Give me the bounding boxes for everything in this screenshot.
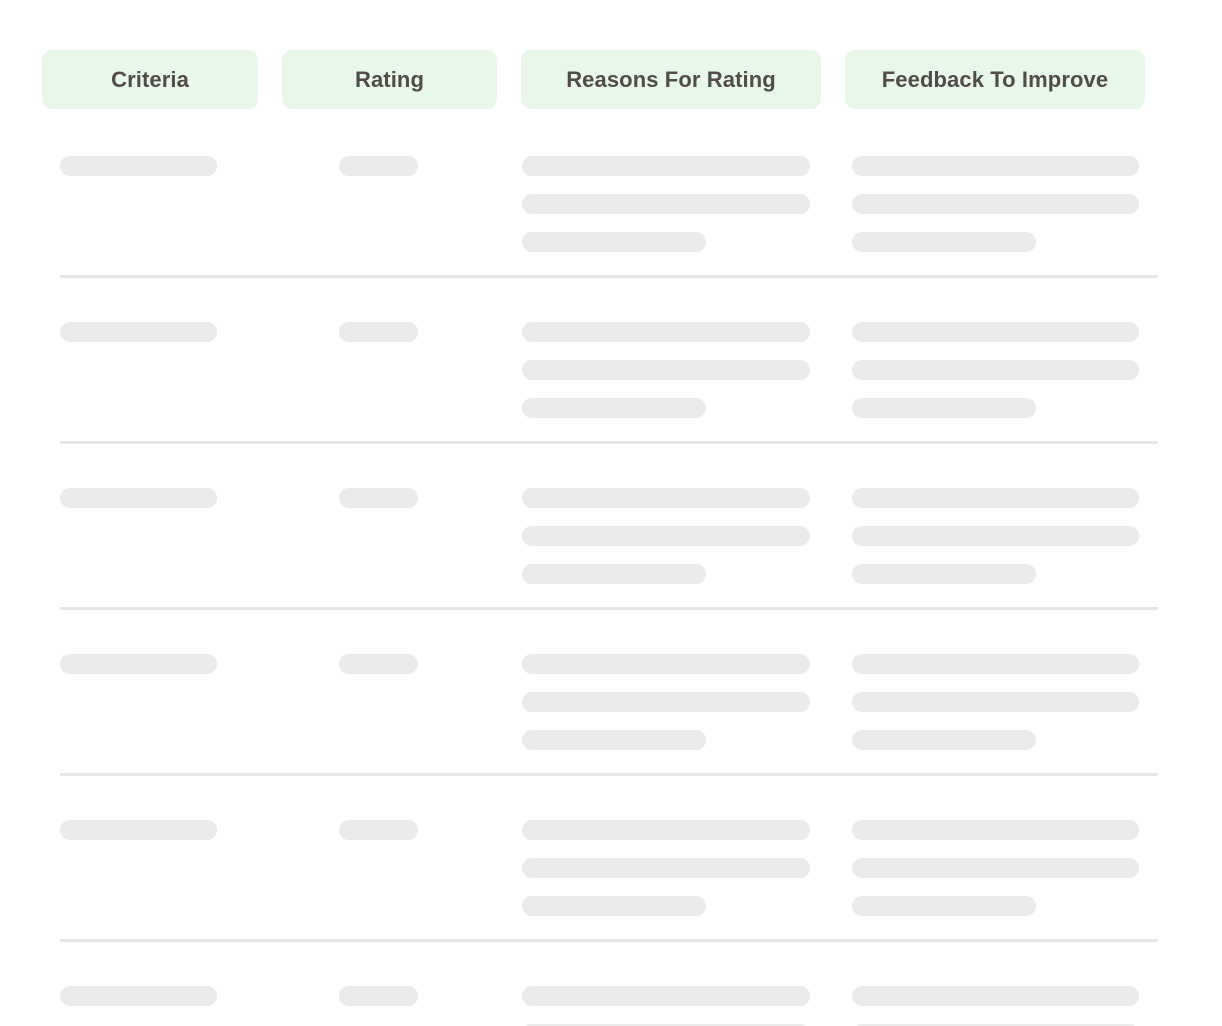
table-row: [0, 441, 1222, 607]
skeleton-placeholder-bar: [522, 820, 810, 840]
column-header-rating[interactable]: Rating: [282, 50, 497, 109]
table-row: [0, 773, 1222, 939]
skeleton-placeholder-bar: [60, 156, 217, 176]
column-header-reasons-for-rating-label: Reasons For Rating: [566, 66, 776, 92]
skeleton-placeholder-bar: [852, 820, 1139, 840]
table-row: [0, 607, 1222, 773]
skeleton-placeholder-bar: [852, 986, 1139, 1006]
table-skeleton-body: [0, 109, 1222, 1026]
table-cell-criteria: [60, 322, 217, 342]
skeleton-placeholder-bar: [852, 526, 1139, 546]
table-cell-reasons-for-rating: [522, 820, 810, 916]
table-row-cells: [0, 939, 1222, 1026]
table-cell-rating: [339, 820, 418, 840]
evaluation-table-page: Criteria Rating Reasons For Rating Feedb…: [0, 0, 1222, 1026]
table-row: [0, 275, 1222, 441]
skeleton-placeholder-bar: [60, 322, 217, 342]
table-cell-feedback-to-improve: [852, 986, 1139, 1026]
table-cell-criteria: [60, 654, 217, 674]
table-cell-feedback-to-improve: [852, 488, 1139, 584]
table-cell-feedback-to-improve: [852, 820, 1139, 916]
skeleton-placeholder-bar: [60, 986, 217, 1006]
table-cell-reasons-for-rating: [522, 488, 810, 584]
skeleton-placeholder-bar: [522, 692, 810, 712]
skeleton-placeholder-bar: [339, 156, 418, 176]
table-cell-criteria: [60, 156, 217, 176]
skeleton-placeholder-bar: [852, 322, 1139, 342]
table-cell-rating: [339, 322, 418, 342]
skeleton-placeholder-bar: [852, 360, 1139, 380]
table-cell-reasons-for-rating: [522, 322, 810, 418]
table-row-cells: [0, 275, 1222, 441]
table-header-row: Criteria Rating Reasons For Rating Feedb…: [42, 50, 1182, 109]
column-header-criteria-label: Criteria: [111, 66, 189, 92]
skeleton-placeholder-bar: [852, 692, 1139, 712]
skeleton-placeholder-bar: [522, 398, 707, 418]
column-header-criteria[interactable]: Criteria: [42, 50, 258, 109]
skeleton-placeholder-bar: [339, 322, 418, 342]
skeleton-placeholder-bar: [852, 896, 1036, 916]
table-cell-rating: [339, 654, 418, 674]
table-row-cells: [0, 773, 1222, 939]
skeleton-placeholder-bar: [852, 488, 1139, 508]
column-header-reasons-for-rating[interactable]: Reasons For Rating: [521, 50, 821, 109]
skeleton-placeholder-bar: [852, 398, 1036, 418]
skeleton-placeholder-bar: [339, 820, 418, 840]
skeleton-placeholder-bar: [852, 654, 1139, 674]
table-cell-reasons-for-rating: [522, 654, 810, 750]
table-cell-feedback-to-improve: [852, 156, 1139, 252]
table-row: [0, 109, 1222, 275]
skeleton-placeholder-bar: [522, 232, 707, 252]
skeleton-placeholder-bar: [522, 986, 810, 1006]
skeleton-placeholder-bar: [852, 194, 1139, 214]
column-header-rating-label: Rating: [354, 66, 425, 92]
table-cell-criteria: [60, 820, 217, 840]
table-row-cells: [0, 441, 1222, 607]
skeleton-placeholder-bar: [60, 820, 217, 840]
table-cell-feedback-to-improve: [852, 322, 1139, 418]
skeleton-placeholder-bar: [852, 156, 1139, 176]
skeleton-placeholder-bar: [522, 654, 810, 674]
table-cell-reasons-for-rating: [522, 986, 810, 1026]
table-cell-rating: [339, 488, 418, 508]
skeleton-placeholder-bar: [522, 730, 707, 750]
skeleton-placeholder-bar: [852, 858, 1139, 878]
skeleton-placeholder-bar: [522, 322, 810, 342]
skeleton-placeholder-bar: [522, 858, 810, 878]
skeleton-placeholder-bar: [339, 986, 418, 1006]
table-row-cells: [0, 109, 1222, 275]
skeleton-placeholder-bar: [339, 488, 418, 508]
skeleton-placeholder-bar: [522, 526, 810, 546]
skeleton-placeholder-bar: [522, 488, 810, 508]
table-cell-rating: [339, 986, 418, 1006]
skeleton-placeholder-bar: [522, 156, 810, 176]
skeleton-placeholder-bar: [522, 360, 810, 380]
table-cell-criteria: [60, 986, 217, 1006]
column-header-feedback-to-improve-label: Feedback To Improve: [881, 66, 1109, 92]
skeleton-placeholder-bar: [852, 564, 1036, 584]
table-cell-reasons-for-rating: [522, 156, 810, 252]
skeleton-placeholder-bar: [522, 564, 707, 584]
table-cell-rating: [339, 156, 418, 176]
table-cell-feedback-to-improve: [852, 654, 1139, 750]
skeleton-placeholder-bar: [522, 194, 810, 214]
column-header-feedback-to-improve[interactable]: Feedback To Improve: [845, 50, 1145, 109]
table-row: [0, 939, 1222, 1026]
skeleton-placeholder-bar: [852, 232, 1036, 252]
skeleton-placeholder-bar: [852, 730, 1036, 750]
skeleton-placeholder-bar: [60, 654, 217, 674]
skeleton-placeholder-bar: [339, 654, 418, 674]
table-cell-criteria: [60, 488, 217, 508]
skeleton-placeholder-bar: [60, 488, 217, 508]
table-row-cells: [0, 607, 1222, 773]
skeleton-placeholder-bar: [522, 896, 707, 916]
